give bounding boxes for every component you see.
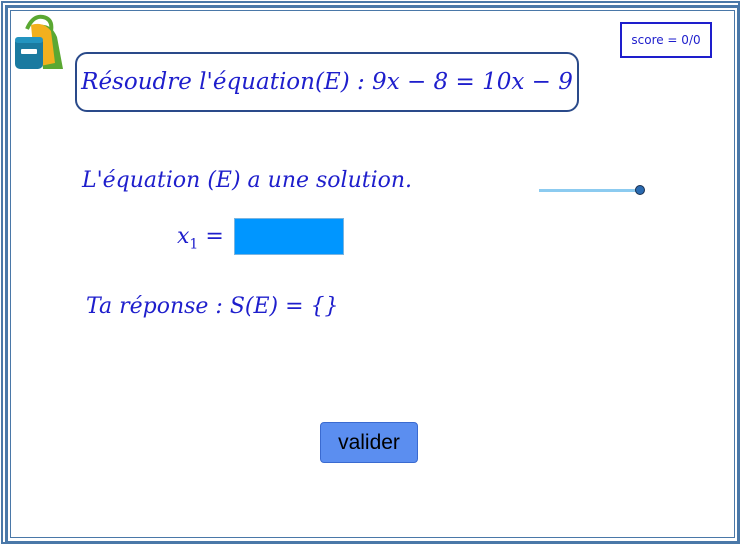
slider-knob[interactable] — [635, 185, 645, 195]
problem-title: Résoudre l'équation(E) : 9x − 8 = 10x − … — [81, 69, 573, 95]
slider-track — [539, 189, 639, 192]
x1-label: x1 = — [177, 224, 224, 252]
validate-button[interactable]: valider — [320, 422, 418, 463]
solution-count-statement: L'équation (E) a une solution. — [82, 168, 413, 193]
validate-button-label: valider — [338, 430, 400, 454]
x-subscript: 1 — [189, 236, 199, 253]
problem-title-box: Résoudre l'équation(E) : 9x − 8 = 10x − … — [75, 52, 579, 112]
x-variable: x — [177, 224, 190, 249]
equals-sign: = — [198, 224, 224, 249]
score-text: score = 0/0 — [631, 33, 701, 47]
response-text: Ta réponse : S(E) = {} — [86, 294, 339, 319]
x1-answer-input[interactable] — [234, 218, 344, 255]
backpack-icon — [15, 14, 63, 69]
score-box: score = 0/0 — [620, 22, 712, 58]
solution-count-slider[interactable] — [537, 180, 649, 200]
